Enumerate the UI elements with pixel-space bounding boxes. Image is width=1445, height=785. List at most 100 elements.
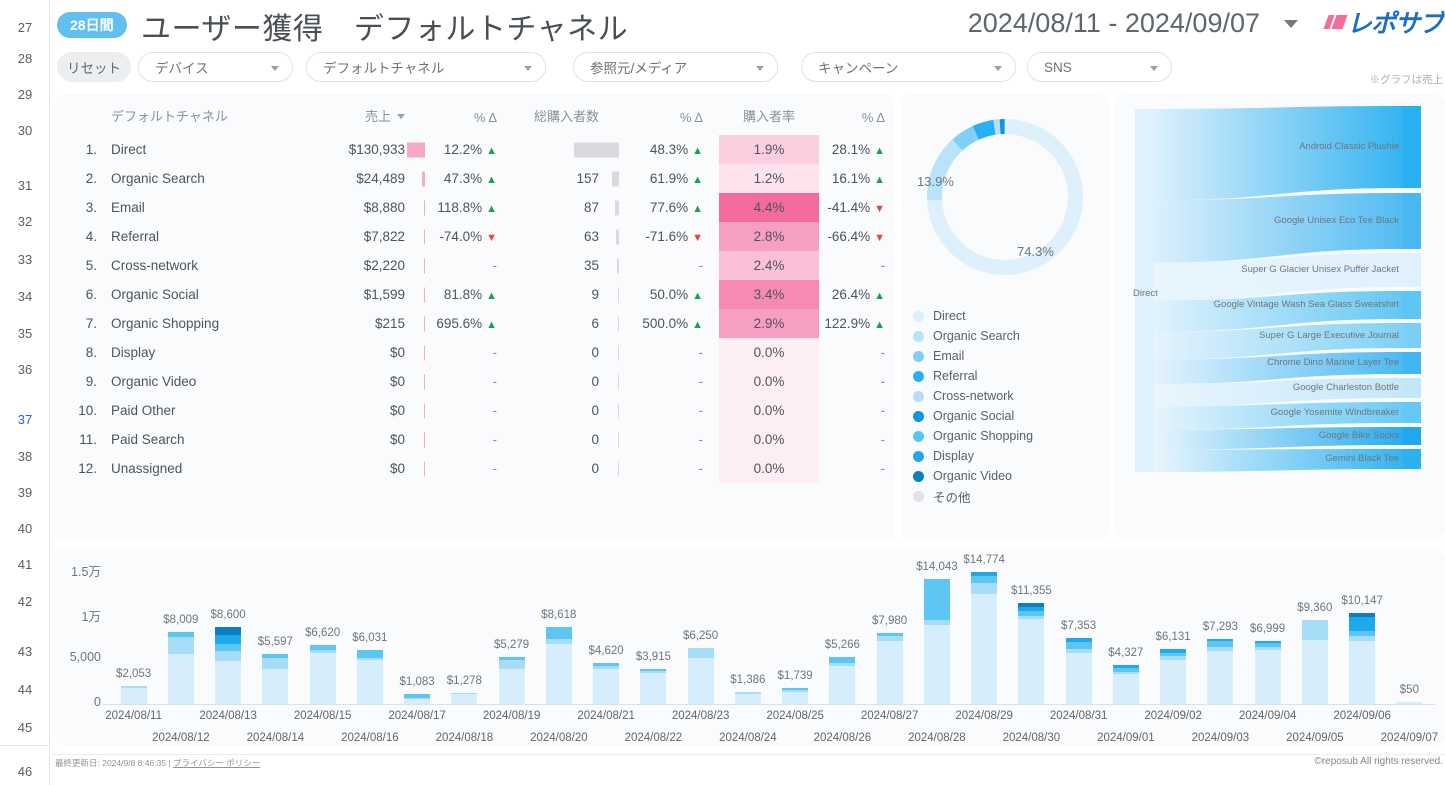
row-number-28[interactable]: 28 [0,46,50,70]
col-revenue[interactable]: 売上 [303,94,431,135]
sankey-node-5[interactable] [1403,352,1421,374]
chevron-down-icon[interactable] [1284,20,1298,28]
legend-item-5[interactable]: Organic Social [913,406,1103,426]
row-number-42[interactable]: 42 [0,589,50,613]
reset-button[interactable]: リセット [57,52,131,82]
bar-9[interactable] [546,627,572,704]
row-number-41[interactable]: 41 [0,552,50,576]
row-number-30[interactable]: 30 [0,118,50,142]
row-number-37[interactable]: 37 [0,407,50,431]
legend-item-2[interactable]: Email [913,346,1103,366]
bar-13[interactable] [735,692,761,704]
sankey-link-0[interactable] [1153,106,1403,200]
bar-14[interactable] [782,688,808,704]
table-row[interactable]: 1.Direct$130,93312.2%▲95248.3%▲1.9%28.1%… [55,135,895,164]
table-row[interactable]: 8.Display$0-0-0.0%- [55,338,895,367]
legend-item-3[interactable]: Referral [913,366,1103,386]
legend-item-8[interactable]: Organic Video [913,466,1103,486]
table-row[interactable]: 12.Unassigned$0-0-0.0%- [55,454,895,483]
sankey-node-6[interactable] [1403,378,1421,398]
legend-item-6[interactable]: Organic Shopping [913,426,1103,446]
bar-19[interactable] [1018,603,1044,704]
row-number-27[interactable]: 27 [0,15,50,39]
bar-3[interactable] [262,654,288,704]
table-row[interactable]: 6.Organic Social$1,59981.8%▲950.0%▲3.4%2… [55,280,895,309]
bar-2[interactable] [215,627,241,704]
bar-21[interactable] [1113,665,1139,704]
row-number-31[interactable]: 31 [0,173,50,197]
row-number-34[interactable]: 34 [0,284,50,308]
col-buy-rate-delta[interactable]: % Δ [819,94,895,135]
sankey-node-8[interactable] [1403,427,1421,445]
chevron-down-icon[interactable] [524,66,532,71]
sort-desc-icon[interactable] [397,114,405,119]
row-number-45[interactable]: 45 [0,715,50,739]
filter-select-3[interactable]: 参照元/メディア [573,52,778,82]
bar-10[interactable] [593,663,619,704]
chevron-down-icon[interactable] [756,66,764,71]
row-number-46[interactable]: 46 [0,759,50,783]
row-number-40[interactable]: 40 [0,516,50,540]
bar-27[interactable] [1396,702,1422,704]
bar-11[interactable] [640,669,666,704]
sankey-node-7[interactable] [1403,402,1421,423]
bar-26[interactable] [1349,613,1375,704]
row-number-35[interactable]: 35 [0,321,50,345]
filter-select-5[interactable]: SNS [1027,52,1172,82]
chevron-down-icon[interactable] [1150,66,1158,71]
bar-7[interactable] [451,693,477,704]
col-buyers[interactable]: 総購入者数 [513,94,637,135]
filter-select-2[interactable]: デフォルトチャネル [306,52,546,82]
sankey-link-1[interactable] [1153,193,1403,263]
table-row[interactable]: 11.Paid Search$0-0-0.0%- [55,425,895,454]
sankey-node-0[interactable] [1403,106,1421,188]
table-row[interactable]: 3.Email$8,880118.8%▲8777.6%▲4.4%-41.4%▼ [55,193,895,222]
bar-18[interactable] [971,572,997,704]
bar-5[interactable] [357,650,383,704]
bar-12[interactable] [688,648,714,704]
legend-item-7[interactable]: Display [913,446,1103,466]
bar-4[interactable] [310,645,336,704]
col-revenue-delta[interactable]: % Δ [431,94,513,135]
row-number-39[interactable]: 39 [0,480,50,504]
sankey-node-4[interactable] [1403,323,1421,348]
sankey-node-9[interactable] [1403,449,1421,469]
bar-22[interactable] [1160,649,1186,704]
row-number-38[interactable]: 38 [0,444,50,468]
donut-slice-organic-search[interactable] [927,139,962,200]
bar-23[interactable] [1207,639,1233,704]
row-number-36[interactable]: 36 [0,357,50,381]
bar-17[interactable] [924,579,950,704]
col-buy-rate[interactable]: 購入者率 [719,94,819,135]
bar-24[interactable] [1255,641,1281,704]
table-row[interactable]: 5.Cross-network$2,220-35-2.4%- [55,251,895,280]
row-number-43[interactable]: 43 [0,639,50,663]
chevron-down-icon[interactable] [271,66,279,71]
col-channel[interactable]: デフォルトチャネル [107,94,303,135]
table-row[interactable]: 10.Paid Other$0-0-0.0%- [55,396,895,425]
bar-1[interactable] [168,632,194,704]
sankey-node-1[interactable] [1403,193,1421,249]
row-number-44[interactable]: 44 [0,677,50,701]
chevron-down-icon[interactable] [994,66,1002,71]
bar-6[interactable] [404,694,430,704]
bar-25[interactable] [1302,620,1328,704]
filter-select-1[interactable]: デバイス [138,52,293,82]
row-number-33[interactable]: 33 [0,247,50,271]
bar-20[interactable] [1066,638,1092,704]
table-row[interactable]: 2.Organic Search$24,48947.3%▲15761.9%▲1.… [55,164,895,193]
sankey-svg[interactable] [1115,94,1445,540]
bar-0[interactable] [121,686,147,704]
privacy-policy-link[interactable]: プライバシー ポリシー [173,758,260,768]
filter-select-4[interactable]: キャンペーン [801,52,1016,82]
date-range-value[interactable]: 2024/08/11 - 2024/09/07 [968,8,1260,39]
col-buyers-delta[interactable]: % Δ [637,94,719,135]
legend-item-4[interactable]: Cross-network [913,386,1103,406]
bar-15[interactable] [829,657,855,704]
table-row[interactable]: 9.Organic Video$0-0-0.0%- [55,367,895,396]
row-number-32[interactable]: 32 [0,209,50,233]
donut-chart[interactable]: 13.9% 74.3% [915,102,1095,292]
sankey-node-3[interactable] [1403,291,1421,319]
legend-item-1[interactable]: Organic Search [913,326,1103,346]
legend-item-0[interactable]: Direct [913,306,1103,326]
